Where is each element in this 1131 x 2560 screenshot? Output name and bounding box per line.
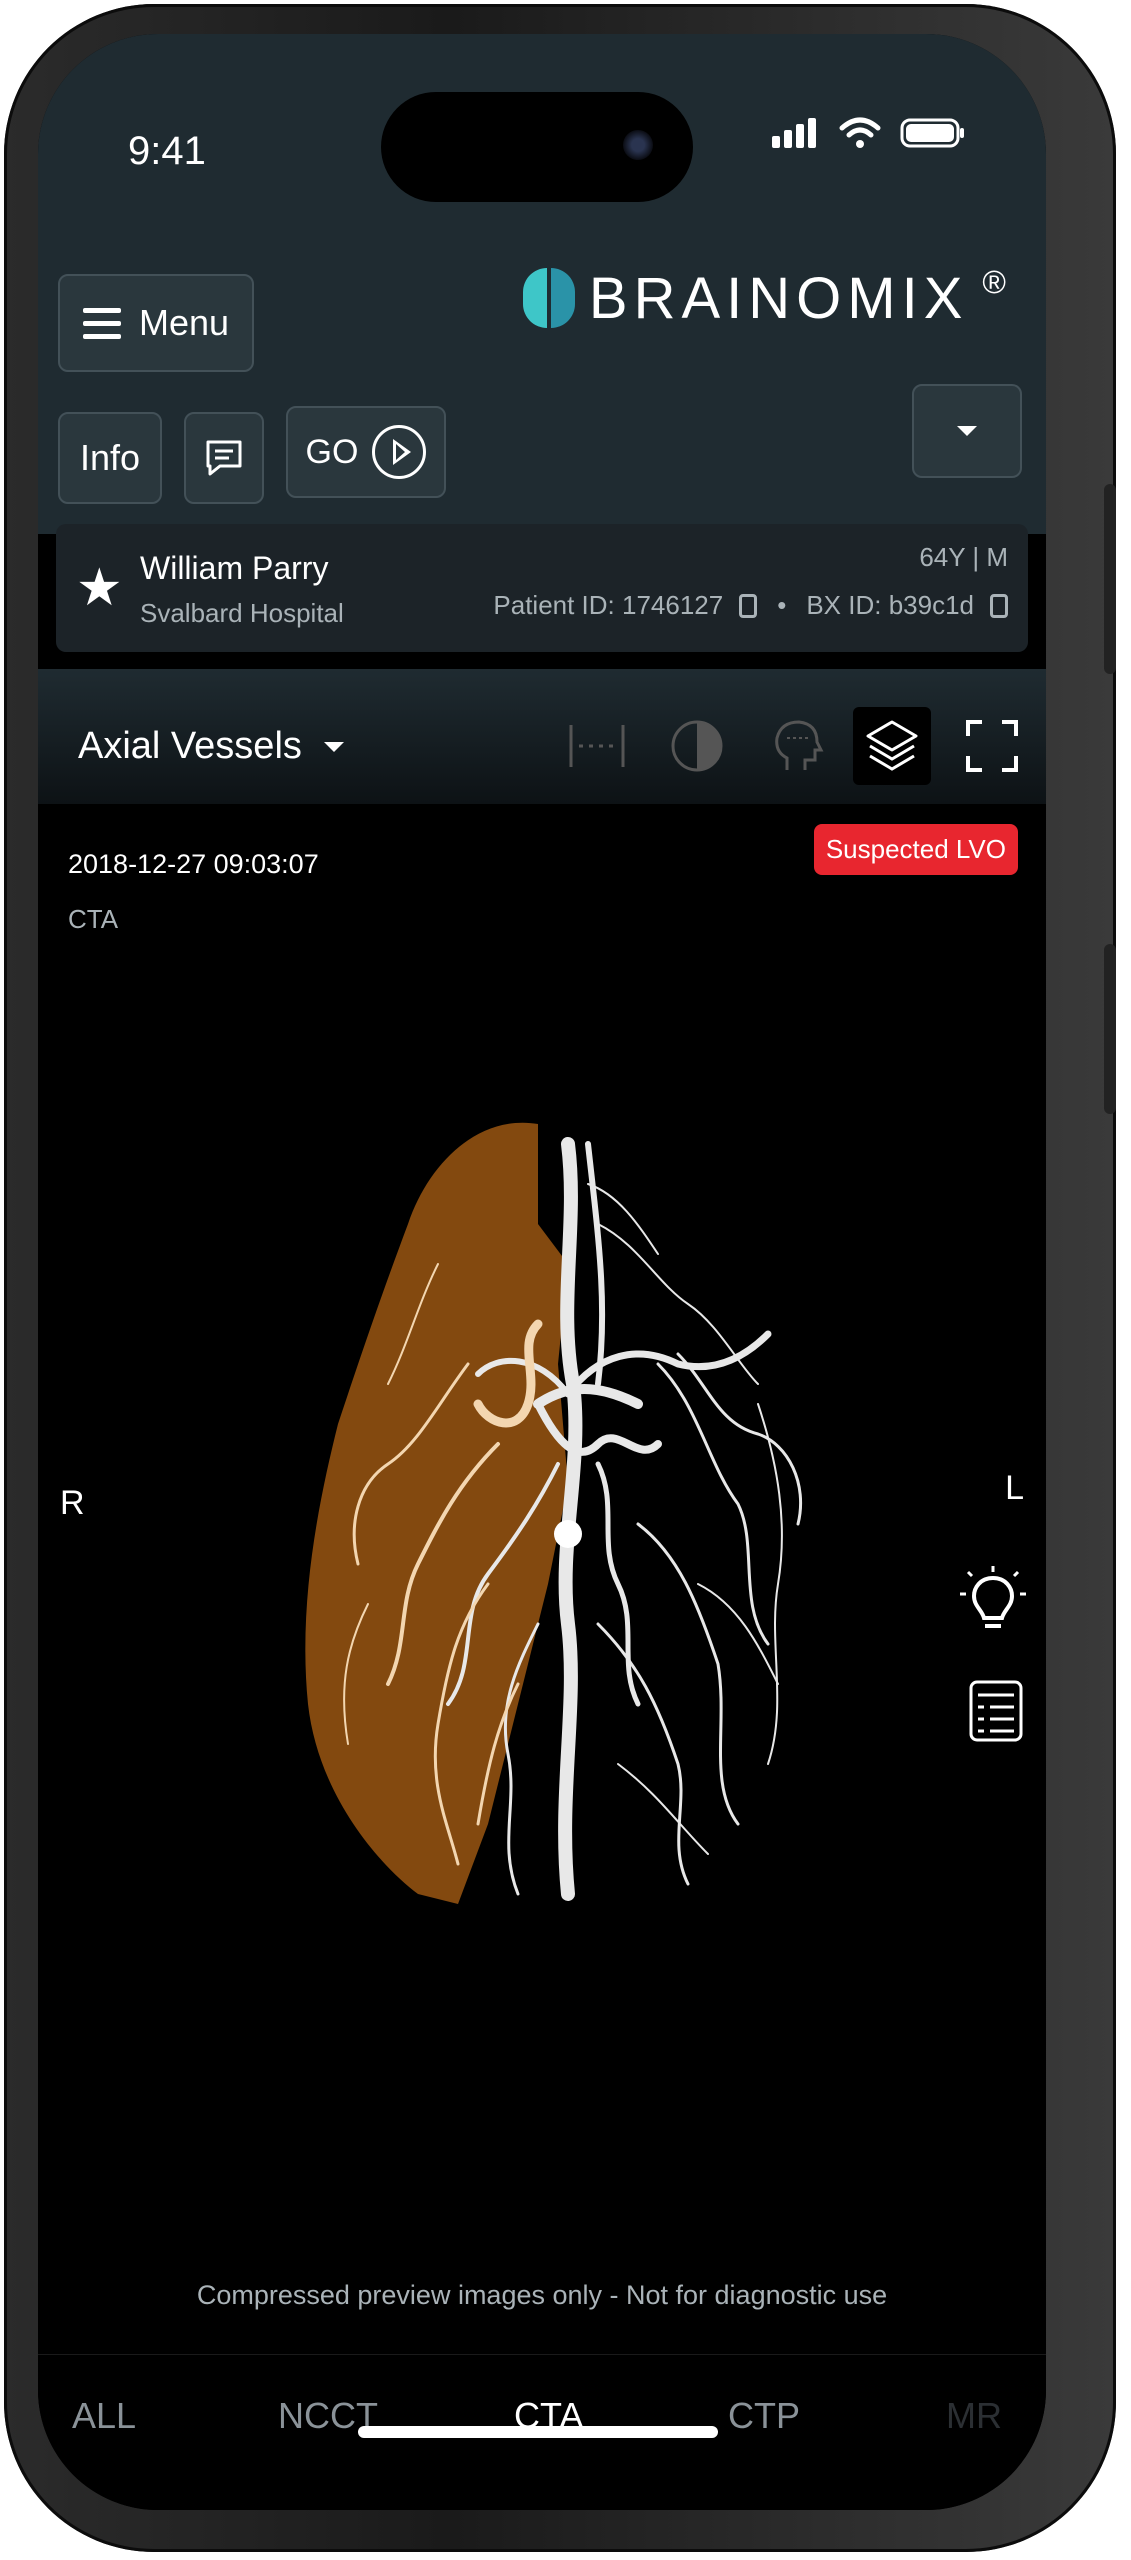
camera-icon: [623, 130, 653, 160]
right-orientation-marker: R: [60, 1484, 85, 1522]
brand-name: BRAINOMIX: [588, 265, 969, 331]
caret-down-icon: [323, 741, 344, 752]
tab-all[interactable]: ALL: [72, 2395, 136, 2437]
vessel-bright-spot: [554, 1520, 582, 1548]
report-list-icon[interactable]: [968, 1679, 1024, 1743]
side-button: [1104, 484, 1116, 674]
tab-mr[interactable]: MR: [946, 2395, 1002, 2437]
wifi-icon: [839, 117, 881, 148]
layers-icon: [866, 720, 918, 771]
star-icon[interactable]: ★: [76, 562, 123, 614]
lightbulb-icon[interactable]: [960, 1564, 1026, 1636]
status-icons: [772, 116, 966, 150]
patient-ids: Patient ID: 1746127 • BX ID: b39c1d: [493, 590, 1008, 621]
brainomix-logo-icon: [522, 264, 575, 332]
status-bar: 9:41: [38, 34, 1046, 234]
scan-datetime: 2018-12-27 09:03:07: [68, 849, 319, 879]
info-button[interactable]: Info: [58, 412, 162, 504]
go-label: GO: [305, 432, 359, 471]
copy-icon[interactable]: [990, 593, 1008, 618]
layers-tool[interactable]: [853, 707, 931, 785]
diagnostic-disclaimer: Compressed preview images only - Not for…: [196, 2280, 888, 2310]
contrast-icon: [671, 720, 723, 772]
home-indicator[interactable]: [358, 2426, 718, 2438]
fullscreen-icon: [966, 720, 1018, 772]
tab-ctp[interactable]: CTP: [728, 2395, 800, 2437]
view-label: Axial Vessels: [78, 725, 302, 767]
info-label: Info: [79, 437, 141, 478]
view-selector[interactable]: Axial Vessels: [78, 725, 344, 768]
side-button: [1104, 944, 1116, 1114]
app-header: Menu BRAINOMIX ® Info GO: [38, 234, 1046, 534]
menu-label: Menu: [138, 302, 230, 343]
scan-modality: CTA: [68, 904, 119, 934]
left-orientation-marker: L: [1005, 1469, 1024, 1507]
measure-tool[interactable]: [558, 707, 636, 785]
play-icon: [372, 425, 427, 479]
phone-frame: 9:41 Menu BRAINOMIX ® Info GO ★ William …: [4, 4, 1116, 2552]
brand-logo: BRAINOMIX ®: [522, 264, 1006, 332]
copy-icon[interactable]: [739, 593, 758, 618]
go-button[interactable]: GO: [286, 406, 446, 498]
patient-age-sex: 64Y | M: [919, 542, 1008, 572]
chat-icon: [206, 440, 242, 476]
menu-button[interactable]: Menu: [58, 274, 254, 372]
patient-name: William Parry: [140, 550, 329, 586]
dynamic-island: [381, 92, 693, 202]
chat-button[interactable]: [184, 412, 264, 504]
ruler-icon: [569, 725, 625, 767]
battery-icon: [900, 118, 964, 148]
bx-id: BX ID: b39c1d: [806, 590, 974, 620]
contrast-tool[interactable]: [658, 707, 736, 785]
lvo-alert-badge: Suspected LVO: [813, 824, 1018, 875]
patient-id: Patient ID: 1746127: [493, 590, 724, 620]
image-viewer[interactable]: 2018-12-27 09:03:07 CTA Suspected LVO R …: [38, 804, 1046, 2354]
brain-vessel-image: [305, 1122, 803, 1904]
status-time: 9:41: [128, 129, 206, 173]
viewer-toolbar: Axial Vessels: [38, 669, 1046, 804]
head-view-tool[interactable]: [758, 707, 836, 785]
hamburger-icon: [82, 307, 121, 339]
head-profile-icon: [775, 720, 824, 770]
fullscreen-tool[interactable]: [953, 707, 1031, 785]
header-dropdown-button[interactable]: [912, 384, 1022, 478]
caret-down-icon: [957, 426, 977, 436]
registered-mark: ®: [982, 264, 1006, 300]
app-screen: 9:41 Menu BRAINOMIX ® Info GO ★ William …: [38, 34, 1046, 2510]
id-separator: •: [777, 590, 787, 620]
patient-card[interactable]: ★ William Parry Svalbard Hospital 64Y | …: [56, 524, 1028, 652]
signal-icon: [772, 118, 820, 148]
patient-hospital: Svalbard Hospital: [140, 598, 344, 628]
